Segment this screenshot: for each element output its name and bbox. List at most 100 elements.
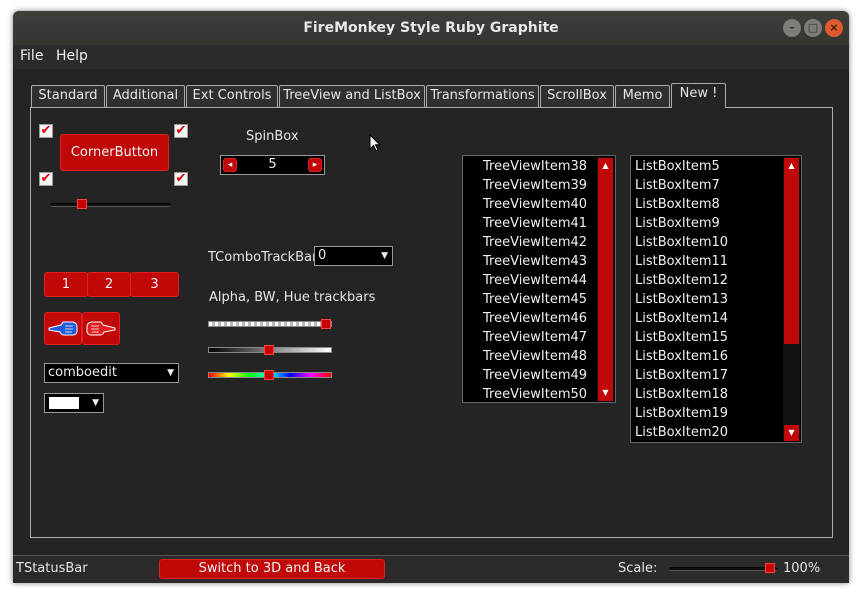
alpha-trackbar[interactable]: [208, 321, 332, 327]
scroll-down-icon[interactable]: ▼: [784, 425, 799, 441]
treeview-item[interactable]: TreeViewItem46: [483, 309, 587, 328]
treeview[interactable]: TreeViewItem38 TreeViewItem39 TreeViewItem…: [462, 155, 616, 403]
treeview-item[interactable]: TreeViewItem42: [483, 233, 587, 252]
switch-3d-button[interactable]: Switch to 3D and Back: [159, 559, 385, 579]
listbox-item[interactable]: ListBoxItem7: [635, 176, 728, 195]
app-window: FireMonkey Style Ruby Graphite – □ × Fil…: [13, 11, 849, 583]
listbox-item[interactable]: ListBoxItem13: [635, 290, 728, 309]
window-title: FireMonkey Style Ruby Graphite: [303, 20, 559, 36]
menu-file[interactable]: File: [20, 48, 43, 64]
listbox-scrollbar[interactable]: ▲ ▼: [783, 157, 800, 441]
status-bar: TStatusBar Switch to 3D and Back Scale: …: [13, 555, 849, 583]
treeview-item[interactable]: TreeViewItem48: [483, 347, 587, 366]
treeview-item[interactable]: TreeViewItem44: [483, 271, 587, 290]
hand-right-icon: [86, 321, 116, 336]
segment-button-3[interactable]: 3: [130, 272, 179, 297]
tab-scrollbox[interactable]: ScrollBox: [540, 85, 614, 107]
trackbar-small-thumb[interactable]: [77, 199, 87, 209]
point-right-button[interactable]: [82, 312, 120, 345]
listbox[interactable]: ListBoxItem5 ListBoxItem7 ListBoxItem8 List…: [630, 155, 802, 443]
trackbar-small[interactable]: [50, 203, 171, 207]
scale-trackbar-thumb[interactable]: [765, 563, 775, 573]
checkbox-bottom-left[interactable]: ✔: [39, 172, 53, 186]
corner-button[interactable]: CornerButton: [60, 134, 169, 171]
tab-ext-controls[interactable]: Ext Controls: [186, 85, 278, 107]
treeview-item[interactable]: TreeViewItem45: [483, 290, 587, 309]
tab-transformations[interactable]: Transformations: [426, 85, 539, 107]
spin-increment-button[interactable]: ▸: [308, 158, 322, 172]
minimize-button[interactable]: –: [783, 19, 801, 37]
spinbox[interactable]: ◂ 5 ▸: [220, 155, 325, 175]
scroll-down-icon[interactable]: ▼: [598, 385, 613, 401]
comboedit-value: comboedit: [48, 365, 117, 380]
comboedit[interactable]: comboedit ▼: [44, 363, 179, 383]
listbox-item[interactable]: ListBoxItem17: [635, 366, 728, 385]
treeview-item[interactable]: TreeViewItem38: [483, 157, 587, 176]
listbox-item[interactable]: ListBoxItem12: [635, 271, 728, 290]
color-combo[interactable]: ▼: [44, 393, 104, 413]
treeview-item[interactable]: TreeViewItem40: [483, 195, 587, 214]
bw-trackbar-thumb[interactable]: [264, 345, 274, 355]
spinbox-label: SpinBox: [246, 129, 299, 144]
tab-new[interactable]: New !: [671, 83, 726, 108]
listbox-item[interactable]: ListBoxItem10: [635, 233, 728, 252]
scroll-up-icon[interactable]: ▲: [598, 158, 613, 174]
color-swatch: [49, 397, 79, 409]
listbox-item[interactable]: ListBoxItem15: [635, 328, 728, 347]
maximize-button[interactable]: □: [804, 19, 822, 37]
hue-trackbar-thumb[interactable]: [264, 370, 274, 380]
listbox-item[interactable]: ListBoxItem9: [635, 214, 728, 233]
listbox-item[interactable]: ListBoxItem14: [635, 309, 728, 328]
treeview-item[interactable]: TreeViewItem39: [483, 176, 587, 195]
tab-treeview-listbox[interactable]: TreeView and ListBox: [279, 85, 425, 107]
listbox-item[interactable]: ListBoxItem18: [635, 385, 728, 404]
client-area: Standard Additional Ext Controls TreeVie…: [13, 69, 849, 555]
treeview-scrollbar[interactable]: ▲ ▼: [597, 157, 614, 401]
window-controls: – □ ×: [783, 19, 843, 37]
treeview-scroll-thumb[interactable]: [598, 174, 613, 385]
tab-memo[interactable]: Memo: [615, 85, 670, 107]
combo-trackbar-value: 0: [318, 248, 327, 263]
treeview-items: TreeViewItem38 TreeViewItem39 TreeViewItem…: [483, 157, 587, 402]
menu-help[interactable]: Help: [56, 48, 88, 64]
segment-button-1[interactable]: 1: [44, 272, 88, 297]
treeview-item[interactable]: TreeViewItem49: [483, 366, 587, 385]
listbox-item[interactable]: ListBoxItem11: [635, 252, 728, 271]
close-button[interactable]: ×: [825, 19, 843, 37]
alpha-trackbar-thumb[interactable]: [321, 319, 331, 329]
listbox-item[interactable]: ListBoxItem8: [635, 195, 728, 214]
mouse-cursor-icon: [369, 134, 382, 152]
title-bar[interactable]: FireMonkey Style Ruby Graphite – □ ×: [13, 11, 849, 45]
tab-panel-new: ✔ ✔ ✔ ✔ CornerButton 1 2 3 comboedit ▼ ▼…: [30, 107, 833, 538]
tab-standard[interactable]: Standard: [31, 85, 105, 107]
treeview-item[interactable]: TreeViewItem41: [483, 214, 587, 233]
listbox-item[interactable]: ListBoxItem19: [635, 404, 728, 423]
combo-trackbar[interactable]: 0 ▼: [314, 246, 393, 266]
hand-left-icon: [48, 321, 78, 336]
chevron-down-icon: ▼: [92, 398, 99, 408]
checkbox-top-right[interactable]: ✔: [174, 124, 188, 138]
treeview-item[interactable]: TreeViewItem50: [483, 385, 587, 402]
alpha-bw-hue-label: Alpha, BW, Hue trackbars: [209, 290, 376, 305]
checkbox-bottom-right[interactable]: ✔: [174, 172, 188, 186]
combo-trackbar-label: TComboTrackBar:: [208, 250, 322, 265]
listbox-item[interactable]: ListBoxItem16: [635, 347, 728, 366]
tab-additional[interactable]: Additional: [106, 85, 185, 107]
statusbar-label: TStatusBar: [16, 561, 88, 576]
menu-bar: File Help: [13, 45, 849, 69]
scale-label: Scale:: [618, 561, 658, 576]
chevron-down-icon: ▼: [381, 251, 388, 261]
listbox-item[interactable]: ListBoxItem20: [635, 423, 728, 442]
chevron-down-icon: ▼: [167, 368, 174, 378]
treeview-item[interactable]: TreeViewItem43: [483, 252, 587, 271]
listbox-item[interactable]: ListBoxItem5: [635, 157, 728, 176]
scale-trackbar[interactable]: [669, 567, 777, 571]
scale-value: 100%: [783, 561, 821, 576]
scroll-up-icon[interactable]: ▲: [784, 158, 799, 174]
checkbox-top-left[interactable]: ✔: [39, 124, 53, 138]
point-left-button[interactable]: [44, 312, 82, 345]
listbox-items: ListBoxItem5 ListBoxItem7 ListBoxItem8 List…: [635, 157, 728, 442]
listbox-scroll-thumb[interactable]: [784, 174, 799, 344]
treeview-item[interactable]: TreeViewItem47: [483, 328, 587, 347]
segment-button-2[interactable]: 2: [87, 272, 131, 297]
